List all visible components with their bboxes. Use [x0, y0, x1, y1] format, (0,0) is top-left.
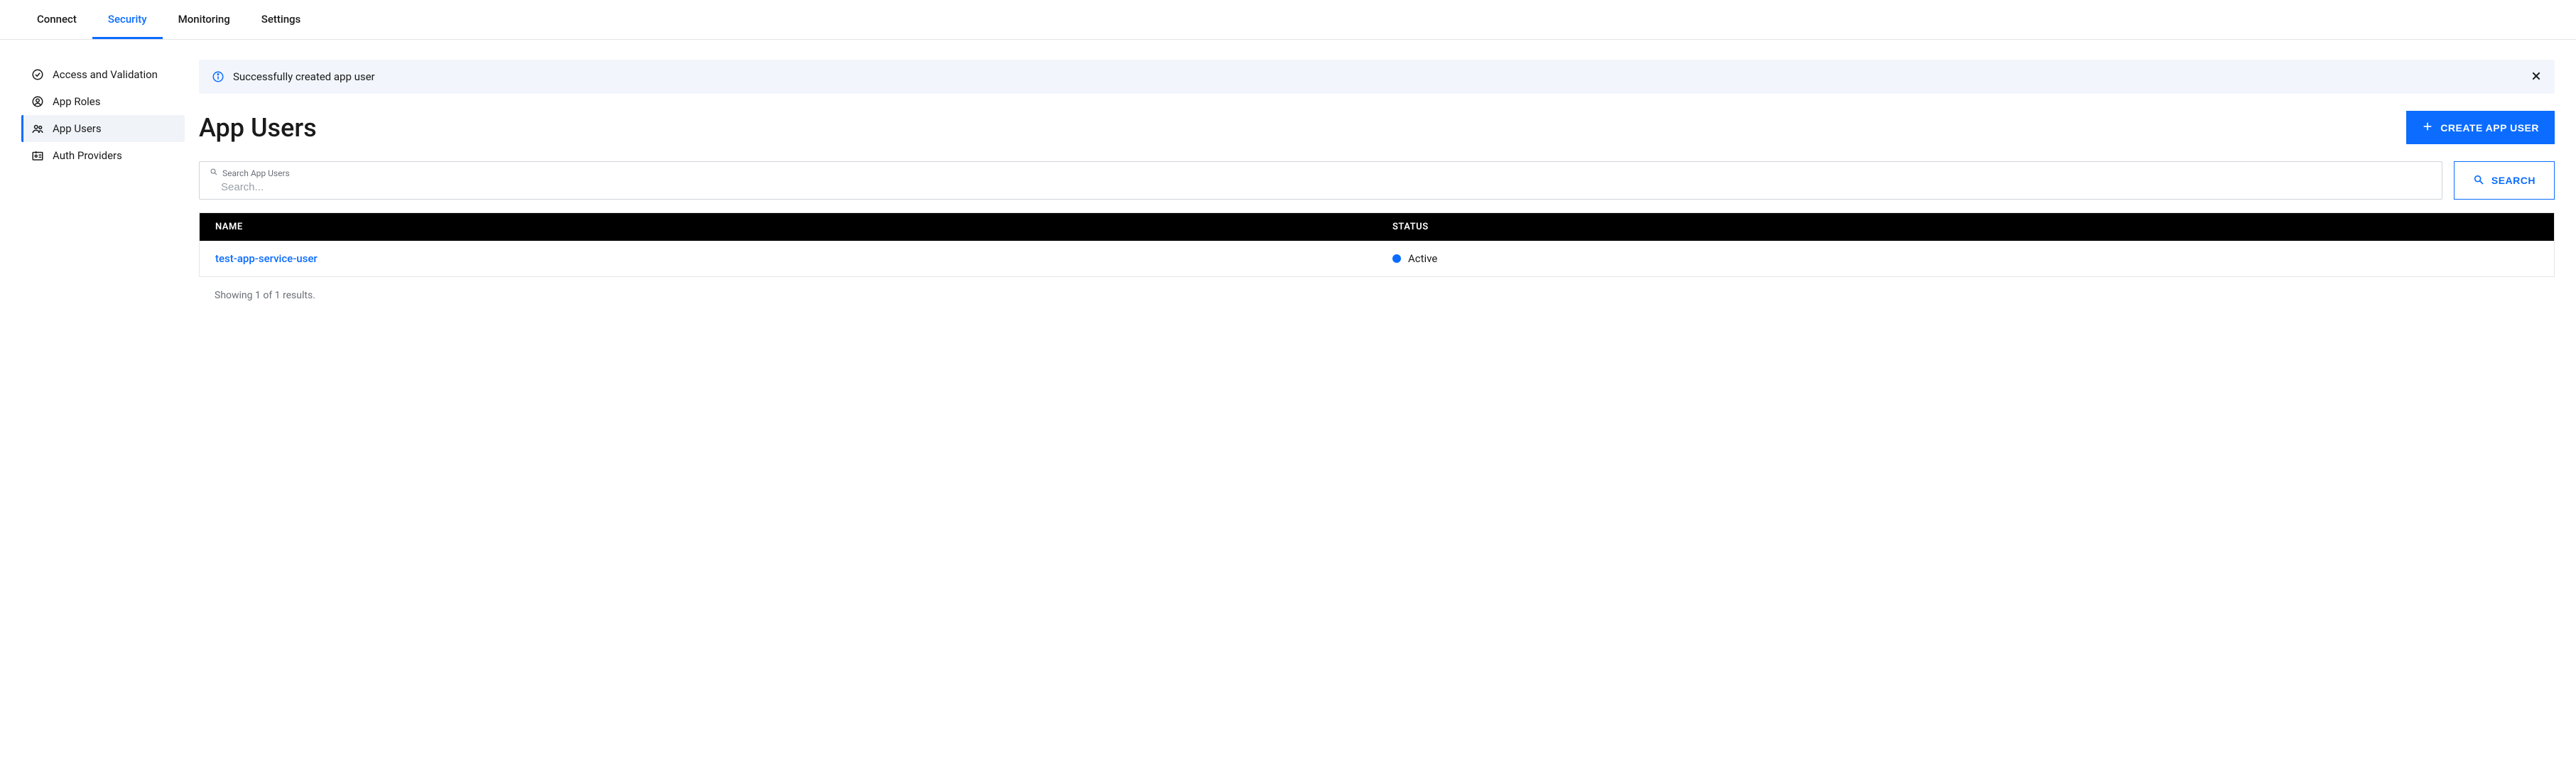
status-text: Active [1408, 252, 1437, 265]
sidebar: Access and Validation App Roles App User… [0, 40, 185, 321]
table-header-name: NAME [200, 213, 1378, 242]
create-app-user-button[interactable]: CREATE APP USER [2406, 111, 2555, 144]
users-icon [31, 122, 44, 135]
sidebar-item-label: App Roles [53, 95, 101, 108]
sidebar-item-label: App Users [53, 122, 102, 135]
table-header-status: STATUS [1377, 213, 2555, 242]
search-button[interactable]: SEARCH [2454, 161, 2555, 200]
tab-security[interactable]: Security [92, 0, 163, 39]
search-box[interactable]: Search App Users [199, 161, 2442, 200]
sidebar-item-label: Access and Validation [53, 68, 158, 81]
app-users-table: NAME STATUS test-app-service-user Active [199, 212, 2555, 277]
info-icon [212, 70, 224, 83]
sidebar-item-app-roles[interactable]: App Roles [21, 88, 185, 115]
search-label-text: Search App Users [222, 168, 290, 178]
search-icon [210, 168, 218, 178]
sidebar-item-auth-providers[interactable]: Auth Providers [21, 142, 185, 169]
user-circle-icon [31, 95, 44, 108]
check-shield-icon [31, 68, 44, 81]
plus-icon [2422, 121, 2433, 134]
alert-close-button[interactable] [2531, 68, 2542, 85]
alert-message: Successfully created app user [233, 70, 2531, 83]
success-alert: Successfully created app user [199, 60, 2555, 94]
search-icon [2473, 174, 2484, 188]
results-count-text: Showing 1 of 1 results. [199, 277, 2555, 301]
page-title: App Users [199, 113, 317, 143]
sidebar-item-label: Auth Providers [53, 149, 122, 162]
sidebar-item-access-validation[interactable]: Access and Validation [21, 61, 185, 88]
table-row: test-app-service-user Active [200, 241, 2555, 277]
tab-monitoring[interactable]: Monitoring [163, 0, 246, 39]
status-dot-icon [1392, 254, 1401, 263]
app-user-status-cell: Active [1377, 241, 2555, 277]
search-input[interactable] [210, 180, 2432, 193]
tab-settings[interactable]: Settings [246, 0, 317, 39]
search-button-label: SEARCH [2491, 175, 2536, 186]
app-user-link[interactable]: test-app-service-user [200, 241, 1378, 277]
id-card-icon [31, 149, 44, 162]
create-button-label: CREATE APP USER [2440, 122, 2539, 134]
tab-connect[interactable]: Connect [21, 0, 92, 39]
sidebar-item-app-users[interactable]: App Users [21, 115, 185, 142]
top-tabs: Connect Security Monitoring Settings [0, 0, 2576, 40]
